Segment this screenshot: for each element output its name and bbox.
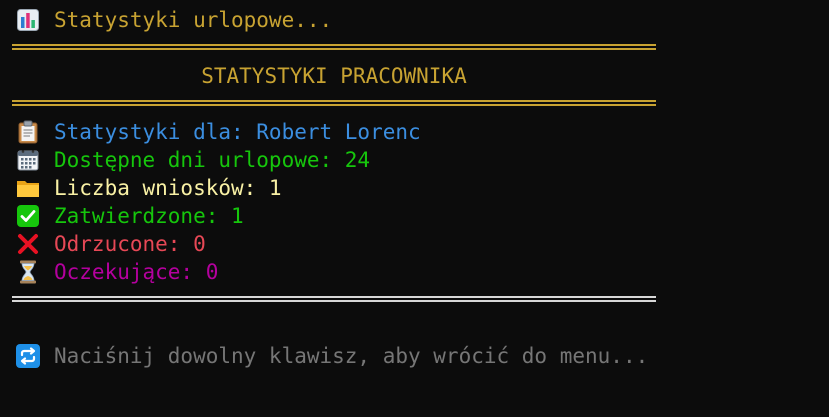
available-days-line: Dostępne dni urlopowe: 24 — [16, 146, 370, 174]
rejected-line: Odrzucone: 0 — [16, 230, 206, 258]
clipboard-icon — [16, 120, 40, 144]
heading-divider — [12, 100, 656, 106]
title-line: Statystyki urlopowe... — [16, 6, 332, 34]
approved-line: Zatwierdzone: 1 — [16, 202, 244, 230]
check-mark-icon — [16, 204, 40, 228]
terminal-window: Statystyki urlopowe... STATYSTYKI PRACOW… — [0, 0, 829, 417]
hourglass-icon — [16, 260, 40, 284]
bottom-divider — [12, 296, 656, 302]
requests-count-line: Liczba wniosków: 1 — [16, 174, 282, 202]
pending-line: Oczekujące: 0 — [16, 258, 218, 286]
return-prompt-line: Naciśnij dowolny klawisz, aby wrócić do … — [16, 342, 648, 370]
employee-line: Statystyki dla: Robert Lorenc — [16, 118, 421, 146]
available-days-text: Dostępne dni urlopowe: 24 — [54, 148, 371, 172]
rejected-text: Odrzucone: 0 — [54, 232, 206, 256]
approved-text: Zatwierdzone: 1 — [54, 204, 244, 228]
bar-chart-icon — [16, 8, 40, 32]
page-heading: STATYSTYKI PRACOWNIKA — [201, 64, 467, 88]
window-title: Statystyki urlopowe... — [54, 8, 333, 32]
calendar-icon — [16, 148, 40, 172]
repeat-icon — [16, 344, 40, 368]
return-prompt-text: Naciśnij dowolny klawisz, aby wrócić do … — [54, 344, 649, 368]
pending-text: Oczekujące: 0 — [54, 260, 219, 284]
cross-mark-icon — [16, 232, 40, 256]
top-divider — [12, 44, 656, 50]
folder-icon — [16, 176, 40, 200]
requests-count-text: Liczba wniosków: 1 — [54, 176, 282, 200]
employee-name-text: Statystyki dla: Robert Lorenc — [54, 120, 421, 144]
